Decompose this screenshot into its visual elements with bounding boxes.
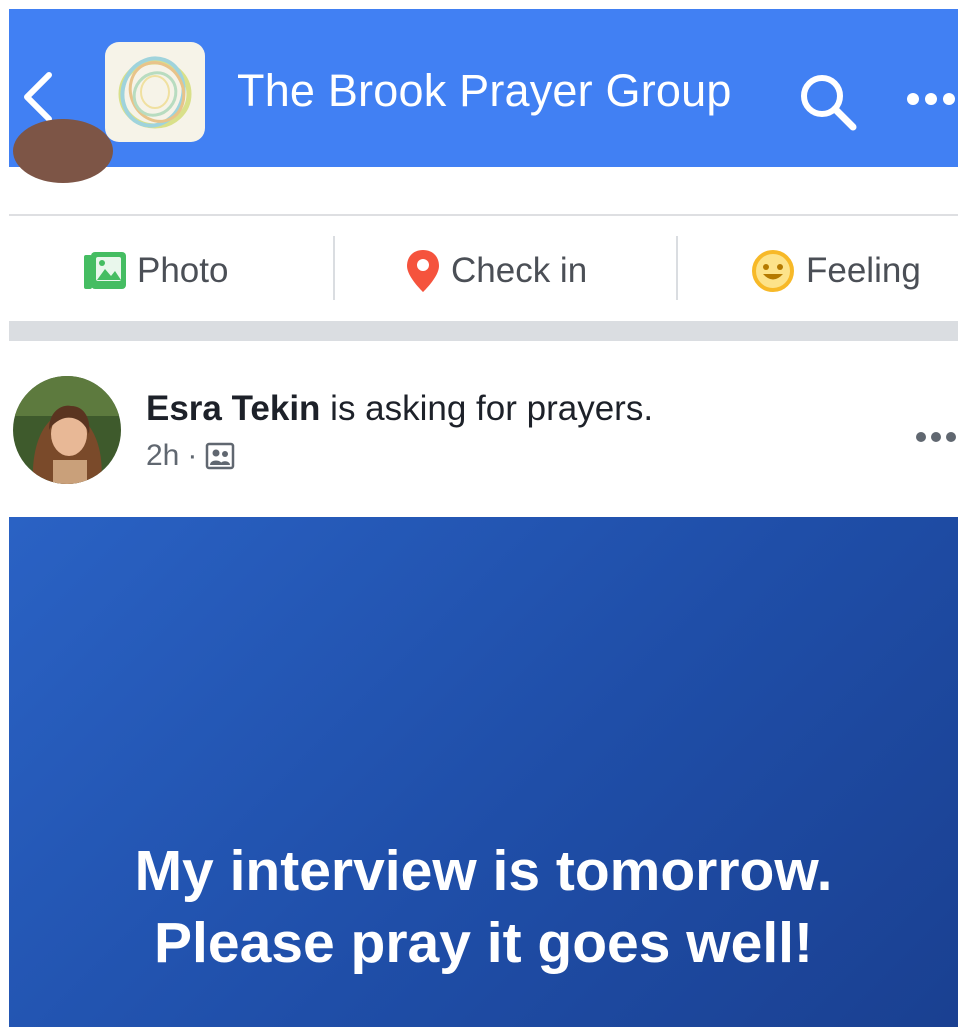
group-members-icon	[206, 442, 235, 470]
post-text: My interview is tomorrow. Please pray it…	[9, 835, 958, 979]
check-in-label: Check in	[451, 251, 588, 290]
post-content[interactable]: My interview is tomorrow. Please pray it…	[9, 517, 958, 1027]
feeling-label: Feeling	[806, 251, 921, 290]
meta-separator: ·	[187, 439, 198, 472]
post-options-button[interactable]	[914, 429, 958, 445]
user-avatar[interactable]	[13, 119, 113, 183]
smiley-icon	[752, 250, 794, 292]
post-action-text: is asking for prayers.	[320, 389, 654, 428]
more-horizontal-icon	[907, 93, 955, 105]
feed-separator	[9, 321, 958, 341]
action-divider	[676, 236, 678, 300]
search-button[interactable]	[797, 71, 859, 133]
author-name[interactable]: Esra Tekin	[146, 389, 320, 428]
post-header: Esra Tekin is asking for prayers. 2h ·	[9, 341, 958, 517]
composer-actions: Photo Check in Feeling	[9, 216, 958, 321]
check-in-button[interactable]: Check in	[405, 246, 587, 296]
feeling-button[interactable]: Feeling	[750, 246, 921, 296]
action-divider	[333, 236, 335, 300]
app-frame: The Brook Prayer Group Photo Check in Fe…	[9, 9, 958, 1027]
group-title: The Brook Prayer Group	[237, 65, 732, 116]
chevron-left-icon	[24, 72, 52, 122]
photo-label: Photo	[137, 251, 229, 290]
back-button[interactable]	[19, 67, 59, 127]
more-options-button[interactable]	[905, 89, 958, 109]
photo-icon	[84, 252, 126, 289]
search-icon	[801, 75, 857, 131]
group-header: The Brook Prayer Group	[9, 9, 958, 167]
photo-button[interactable]: Photo	[83, 246, 228, 296]
post-headline: Esra Tekin is asking for prayers.	[146, 389, 653, 429]
post-meta: 2h ·	[146, 439, 235, 473]
group-logo-icon[interactable]	[105, 42, 205, 142]
post-timestamp[interactable]: 2h	[146, 439, 179, 473]
post-text-line: My interview is tomorrow.	[134, 839, 833, 903]
more-horizontal-icon	[916, 432, 956, 442]
author-avatar[interactable]	[13, 376, 121, 484]
post-text-line: Please pray it goes well!	[154, 911, 813, 975]
location-pin-icon	[407, 250, 439, 292]
